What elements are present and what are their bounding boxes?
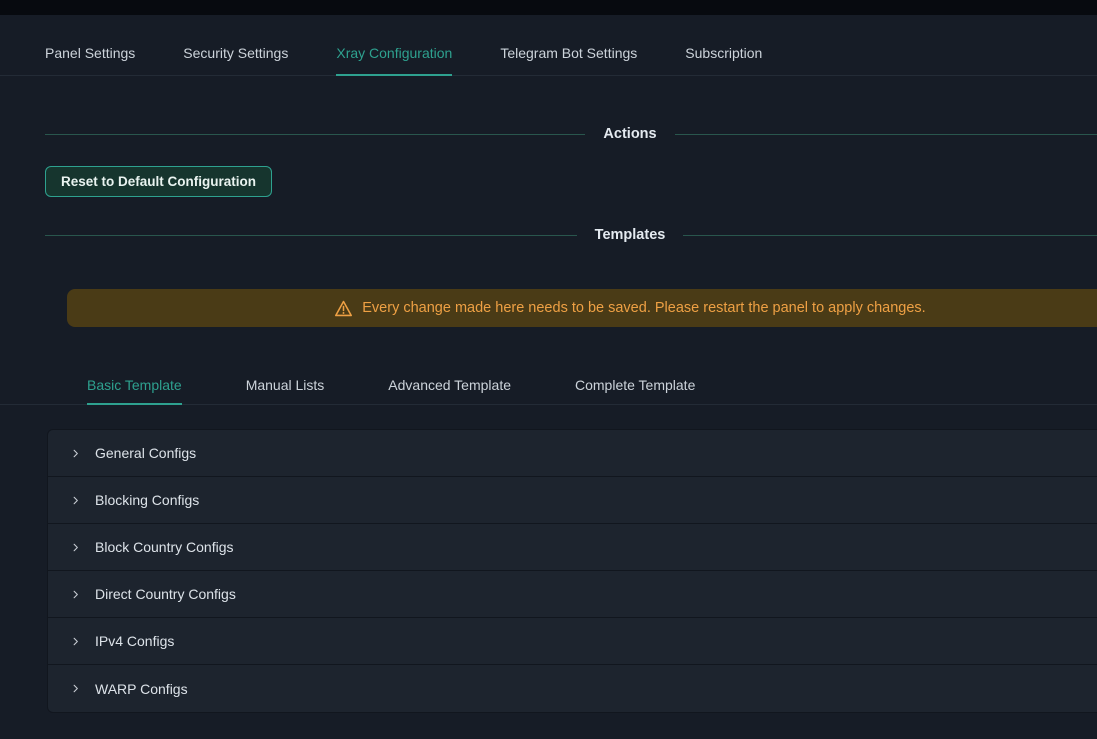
reset-default-configuration-button[interactable]: Reset to Default Configuration: [45, 166, 272, 197]
accordion-item-general-configs[interactable]: General Configs: [48, 430, 1097, 477]
tab-xray-configuration[interactable]: Xray Configuration: [336, 31, 452, 76]
accordion-item-warp-configs[interactable]: WARP Configs: [48, 665, 1097, 712]
divider-line: [683, 235, 1097, 236]
restart-warning-banner: Every change made here needs to be saved…: [67, 289, 1097, 327]
accordion-item-label: Blocking Configs: [95, 492, 199, 508]
templates-divider: Templates: [0, 227, 1097, 243]
tab-panel-settings[interactable]: Panel Settings: [45, 31, 135, 76]
accordion-item-block-country-configs[interactable]: Block Country Configs: [48, 524, 1097, 571]
xray-configuration-page: Panel Settings Security Settings Xray Co…: [0, 31, 1097, 713]
warning-triangle-icon: [334, 300, 353, 317]
warning-text: Every change made here needs to be saved…: [362, 300, 925, 316]
templates-section-title: Templates: [595, 227, 666, 243]
chevron-right-icon: [70, 636, 81, 647]
tab-subscription[interactable]: Subscription: [685, 31, 762, 76]
tab-advanced-template[interactable]: Advanced Template: [388, 367, 511, 405]
actions-section-title: Actions: [603, 126, 656, 142]
tab-basic-template[interactable]: Basic Template: [87, 367, 182, 405]
tab-complete-template[interactable]: Complete Template: [575, 367, 695, 405]
main-tab-bar: Panel Settings Security Settings Xray Co…: [0, 31, 1097, 76]
accordion-item-label: WARP Configs: [95, 681, 188, 697]
divider-line: [45, 235, 577, 236]
accordion-item-label: IPv4 Configs: [95, 633, 174, 649]
accordion-item-label: General Configs: [95, 445, 196, 461]
accordion-item-label: Block Country Configs: [95, 539, 234, 555]
chevron-right-icon: [70, 495, 81, 506]
tab-security-settings[interactable]: Security Settings: [183, 31, 288, 76]
chevron-right-icon: [70, 683, 81, 694]
configs-accordion: General Configs Blocking Configs Block C…: [47, 429, 1097, 713]
accordion-item-ipv4-configs[interactable]: IPv4 Configs: [48, 618, 1097, 665]
chevron-right-icon: [70, 448, 81, 459]
divider-line: [45, 134, 585, 135]
chevron-right-icon: [70, 542, 81, 553]
divider-line: [675, 134, 1097, 135]
tab-telegram-bot-settings[interactable]: Telegram Bot Settings: [500, 31, 637, 76]
actions-divider: Actions: [0, 126, 1097, 142]
tab-manual-lists[interactable]: Manual Lists: [246, 367, 325, 405]
accordion-item-label: Direct Country Configs: [95, 586, 236, 602]
template-tab-bar: Basic Template Manual Lists Advanced Tem…: [0, 367, 1097, 405]
accordion-item-direct-country-configs[interactable]: Direct Country Configs: [48, 571, 1097, 618]
chevron-right-icon: [70, 589, 81, 600]
actions-button-row: Reset to Default Configuration: [0, 166, 1097, 197]
top-bar: [0, 0, 1097, 15]
accordion-item-blocking-configs[interactable]: Blocking Configs: [48, 477, 1097, 524]
